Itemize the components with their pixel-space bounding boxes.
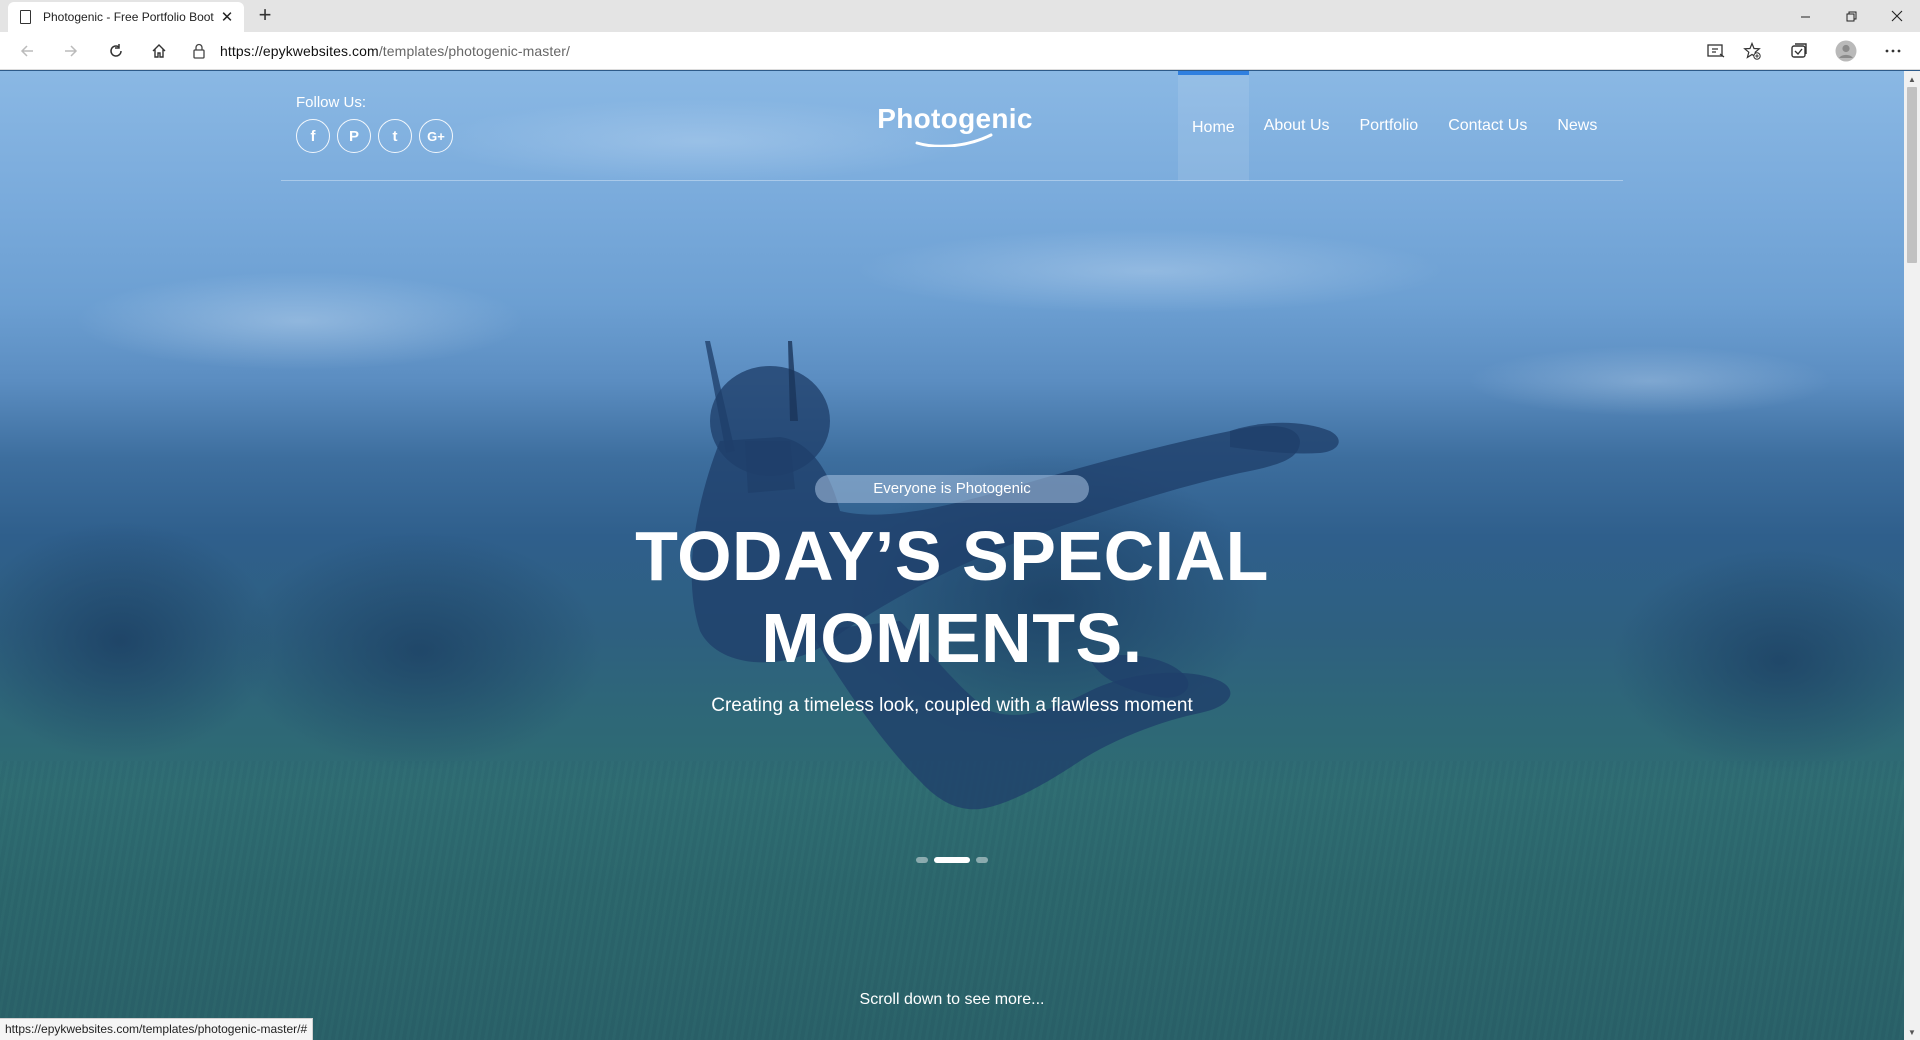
- site-header: Follow Us: f P t G+ Photogenic Home Abou…: [281, 71, 1623, 181]
- main-nav: Home About Us Portfolio Contact Us News: [1178, 71, 1612, 181]
- status-url: https://epykwebsites.com/templates/photo…: [0, 1018, 314, 1040]
- hero-headline: TODAY’S SPECIAL MOMENTS.: [0, 515, 1904, 679]
- facebook-icon[interactable]: f: [296, 119, 330, 153]
- page-icon: [20, 10, 31, 24]
- home-icon[interactable]: [141, 32, 177, 70]
- headline-line-1: TODAY’S SPECIAL: [635, 517, 1269, 595]
- new-tab-button[interactable]: +: [253, 3, 277, 27]
- scroll-down-link[interactable]: Scroll down to see more...: [0, 991, 1904, 1009]
- site-logo[interactable]: Photogenic: [875, 103, 1035, 147]
- read-aloud-icon[interactable]: [1698, 32, 1734, 70]
- hero-tag: Everyone is Photogenic: [815, 475, 1089, 503]
- url-path: /templates/photogenic-master/: [378, 43, 571, 59]
- google-plus-icon[interactable]: G+: [419, 119, 453, 153]
- back-icon[interactable]: [9, 32, 45, 70]
- scroll-up-icon[interactable]: ▲: [1904, 71, 1920, 87]
- headline-line-2: MOMENTS.: [761, 599, 1143, 677]
- close-icon[interactable]: ✕: [218, 8, 236, 26]
- collections-icon[interactable]: [1781, 32, 1817, 70]
- scrollbar-thumb[interactable]: [1907, 87, 1917, 263]
- browser-tab[interactable]: Photogenic - Free Portfolio Boot ✕: [8, 2, 244, 32]
- twitter-icon[interactable]: t: [378, 119, 412, 153]
- logo-swoosh: [915, 133, 993, 147]
- hero-subline: Creating a timeless look, coupled with a…: [711, 695, 1193, 716]
- refresh-icon[interactable]: [98, 32, 134, 70]
- minimize-icon[interactable]: [1782, 0, 1828, 32]
- social-links: f P t G+: [296, 119, 453, 153]
- page-viewport: Follow Us: f P t G+ Photogenic Home Abou…: [0, 71, 1904, 1040]
- slide-dot-2[interactable]: [934, 857, 970, 863]
- logo-text: Photogenic: [877, 103, 1033, 134]
- profile-icon[interactable]: [1828, 32, 1864, 70]
- page-scrollbar[interactable]: ▲ ▼: [1904, 71, 1920, 1040]
- tab-title: Photogenic - Free Portfolio Boot: [43, 10, 214, 24]
- follow-label: Follow Us:: [296, 94, 367, 111]
- nav-about-us[interactable]: About Us: [1249, 71, 1345, 181]
- more-icon[interactable]: [1875, 32, 1911, 70]
- nav-portfolio[interactable]: Portfolio: [1345, 71, 1434, 181]
- nav-news[interactable]: News: [1542, 71, 1612, 181]
- follow-us: Follow Us: f P t G+: [296, 94, 453, 153]
- lock-icon[interactable]: [190, 42, 208, 60]
- address-bar[interactable]: https://epykwebsites.com/templates/photo…: [190, 36, 1860, 66]
- forward-icon[interactable]: [53, 32, 89, 70]
- hero-slider: Follow Us: f P t G+ Photogenic Home Abou…: [0, 71, 1904, 1040]
- url-text: https://epykwebsites.com/templates/photo…: [220, 43, 570, 59]
- slide-dot-3[interactable]: [976, 857, 988, 863]
- browser-toolbar: https://epykwebsites.com/templates/photo…: [0, 32, 1920, 70]
- nav-home[interactable]: Home: [1178, 71, 1249, 181]
- hero-caption: Everyone is Photogenic TODAY’S SPECIAL M…: [0, 475, 1904, 717]
- restore-icon[interactable]: [1828, 0, 1874, 32]
- window-close-icon[interactable]: [1874, 0, 1920, 32]
- favorites-icon[interactable]: [1734, 32, 1770, 70]
- url-host: https://epykwebsites.com: [220, 43, 379, 59]
- scroll-down-icon[interactable]: ▼: [1904, 1024, 1920, 1040]
- pinterest-icon[interactable]: P: [337, 119, 371, 153]
- nav-contact-us[interactable]: Contact Us: [1433, 71, 1542, 181]
- slider-indicators: [0, 857, 1904, 863]
- slide-dot-1[interactable]: [916, 857, 928, 863]
- browser-tab-strip: Photogenic - Free Portfolio Boot ✕ +: [0, 0, 1920, 32]
